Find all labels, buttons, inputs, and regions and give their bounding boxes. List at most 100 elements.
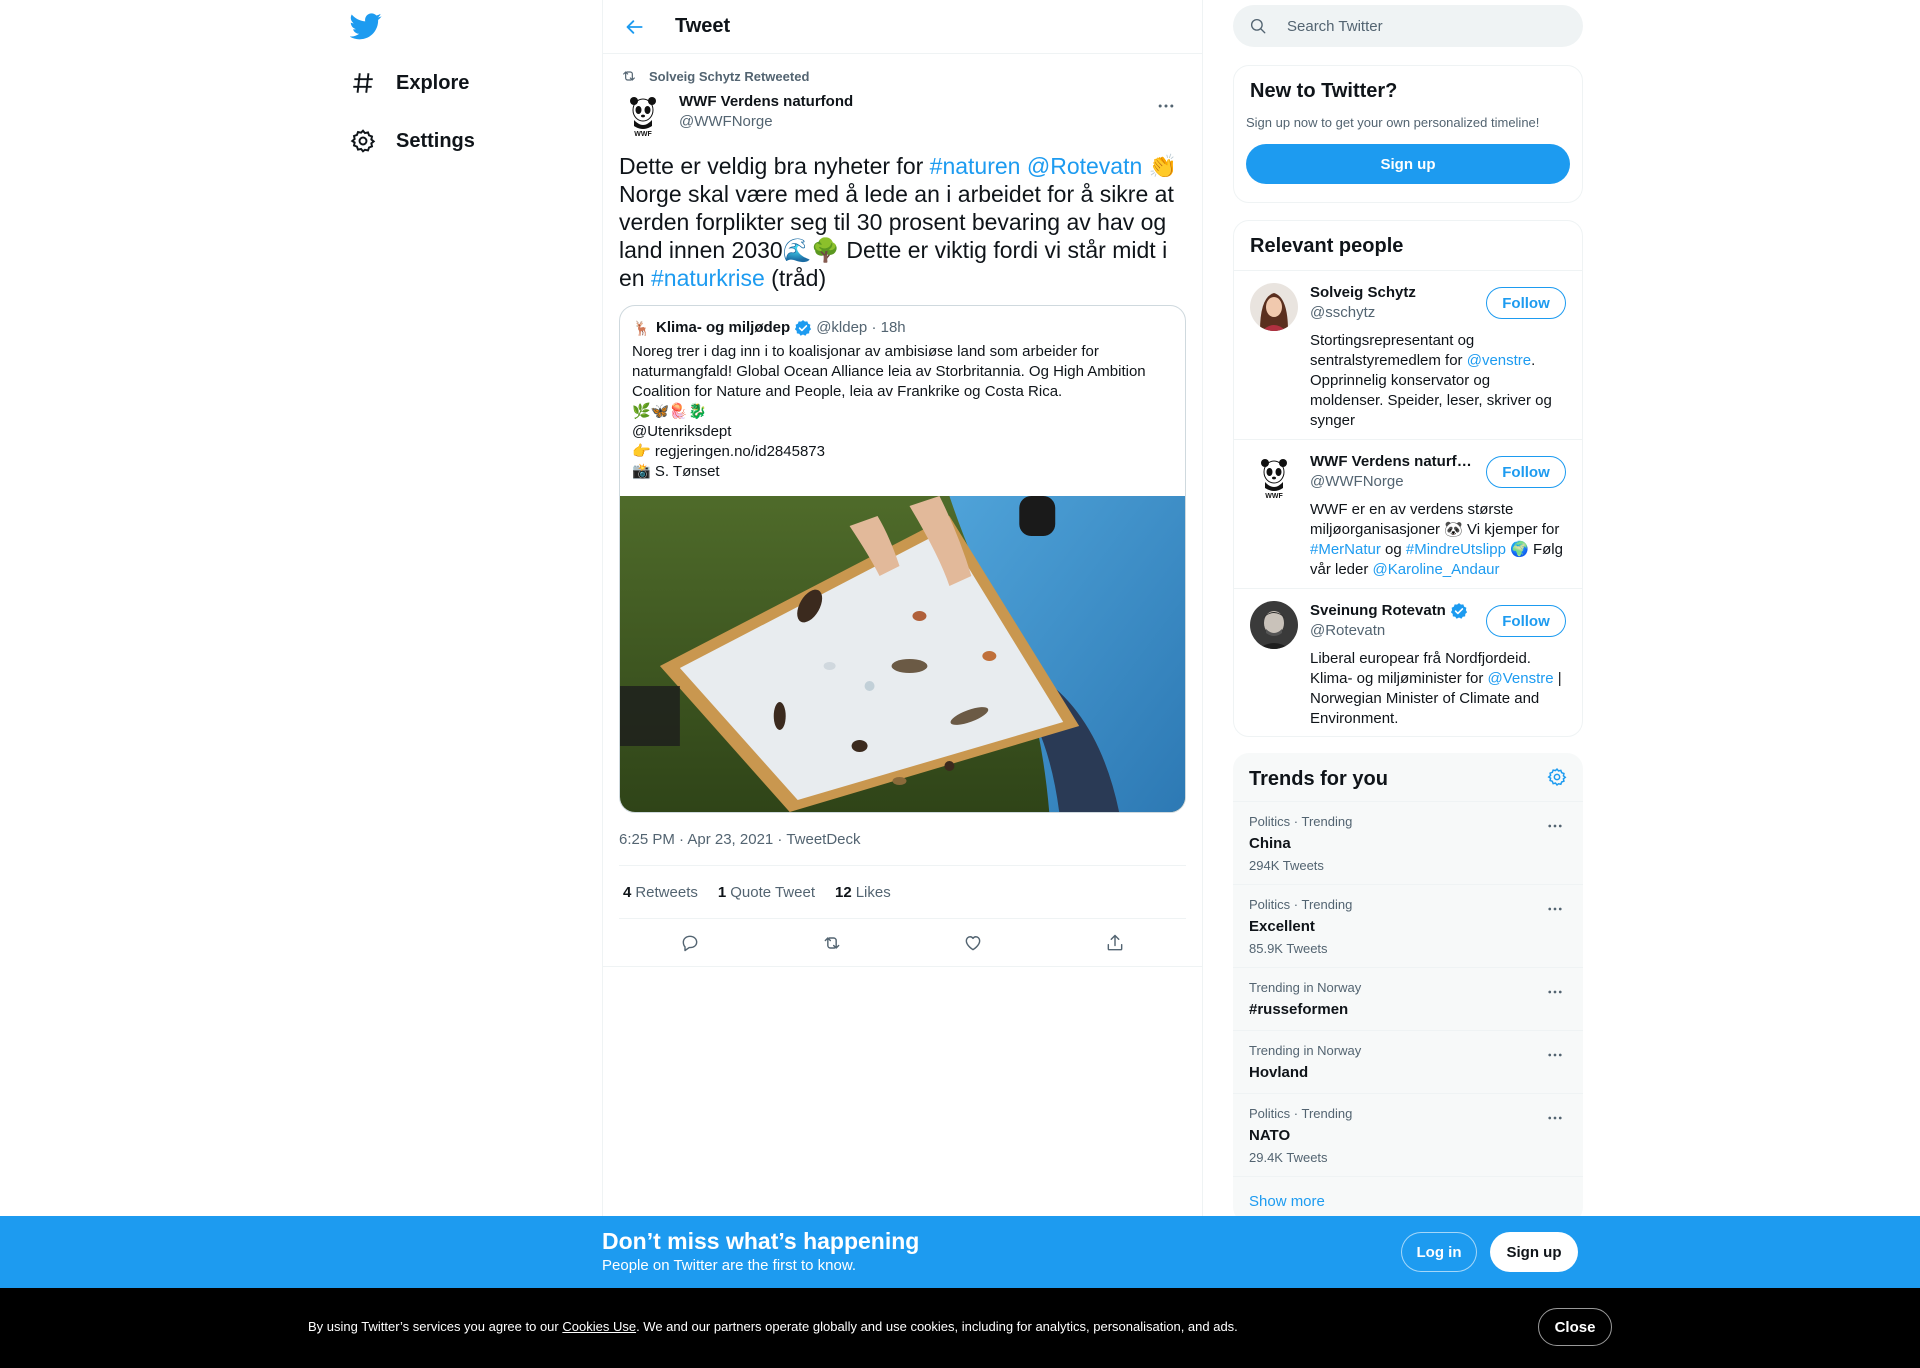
relevant-people-card: Relevant people Solveig Schytz @sschytz … xyxy=(1233,220,1583,737)
hashtag-link[interactable]: #MerNatur xyxy=(1310,541,1381,558)
insect-collection-photo[interactable] xyxy=(620,496,1185,812)
trend-item[interactable]: Trending in Norway Hovland xyxy=(1233,1031,1583,1094)
nav-explore[interactable]: Explore xyxy=(350,57,469,109)
hashtag-link[interactable]: #naturen xyxy=(930,153,1021,179)
nav-explore-label: Explore xyxy=(396,71,470,94)
more-dots-icon xyxy=(1548,907,1562,911)
twitter-logo-icon[interactable] xyxy=(349,10,382,42)
mention-link[interactable]: @venstre xyxy=(1467,352,1531,369)
likes-stat[interactable]: 12 Likes xyxy=(835,884,891,901)
retweets-stat[interactable]: 4 Retweets xyxy=(623,884,698,901)
quote-header: 🦌 Klima- og miljødep @kldep · 18h xyxy=(632,318,1173,338)
log-in-button[interactable]: Log in xyxy=(1401,1232,1477,1272)
search-input[interactable] xyxy=(1287,17,1547,35)
quote-tweet[interactable]: 🦌 Klima- og miljødep @kldep · 18h Noreg … xyxy=(619,305,1186,813)
arrow-left-icon xyxy=(626,19,643,34)
more-dots-icon xyxy=(1158,104,1174,108)
cookie-text-before: By using Twitter’s services you agree to… xyxy=(308,1319,563,1334)
trend-name: NATO xyxy=(1249,1127,1291,1144)
person-item[interactable]: Solveig Schytz @sschytz Stortingsreprese… xyxy=(1234,271,1582,440)
author-handle[interactable]: @WWFNorge xyxy=(679,112,853,132)
share-button[interactable] xyxy=(1097,925,1133,961)
quote-avatar: 🦌 xyxy=(633,320,651,336)
mention-link[interactable]: @Rotevatn xyxy=(1027,153,1142,179)
trend-more-button[interactable] xyxy=(1543,980,1567,1004)
trend-count: 85.9K Tweets xyxy=(1249,941,1328,956)
nav-settings[interactable]: Settings xyxy=(350,115,475,167)
trend-context: Trending in Norway xyxy=(1249,980,1362,995)
follow-button[interactable]: Follow xyxy=(1486,287,1566,319)
search-bar[interactable] xyxy=(1233,5,1583,47)
heart-icon xyxy=(966,935,981,950)
sign-up-button[interactable]: Sign up xyxy=(1490,1232,1578,1272)
trends-header: Trends for you xyxy=(1233,753,1583,802)
quotes-count: 1 xyxy=(717,883,727,901)
trend-item[interactable]: Politics · Trending Excellent 85.9K Twee… xyxy=(1233,885,1583,968)
retweeted-by-link[interactable]: Solveig Schytz Retweeted xyxy=(649,69,809,84)
avatar[interactable]: WWF xyxy=(1250,452,1298,500)
sign-up-button[interactable]: Sign up xyxy=(1246,144,1570,184)
retweet-button[interactable] xyxy=(814,925,850,961)
trend-name: Hovland xyxy=(1249,1064,1309,1081)
trend-item[interactable]: Trending in Norway #russeformen xyxy=(1233,968,1583,1031)
person-bio: WWF er en av verdens største miljøorgani… xyxy=(1310,500,1566,580)
trends-card: Trends for you Politics · Trending China… xyxy=(1233,753,1583,1223)
wwf-panda-logo-icon: WWF xyxy=(1250,452,1298,500)
bio-text: og xyxy=(1380,541,1406,558)
avatar[interactable]: WWF xyxy=(619,90,667,138)
close-button[interactable]: Close xyxy=(1538,1308,1612,1346)
quote-separator: · xyxy=(867,319,881,336)
trend-more-button[interactable] xyxy=(1543,1106,1567,1130)
author-name[interactable]: WWF Verdens naturfond xyxy=(679,92,853,112)
quotes-stat[interactable]: 1 Quote Tweet xyxy=(718,884,815,901)
trend-name: China xyxy=(1249,835,1291,852)
follow-button[interactable]: Follow xyxy=(1486,456,1566,488)
person-bio: Liberal europear frå Nordfjordeid. Klima… xyxy=(1310,649,1566,729)
more-dots-icon xyxy=(1548,824,1562,828)
trend-more-button[interactable] xyxy=(1543,1043,1567,1067)
tweet-text-span: Dette er veldig bra nyheter for xyxy=(619,153,930,179)
cookies-use-link[interactable]: Cookies Use xyxy=(562,1319,636,1334)
trend-context: Politics · Trending xyxy=(1249,1106,1353,1121)
new-to-twitter-title: New to Twitter? xyxy=(1250,80,1398,102)
quote-time: 18h xyxy=(880,319,906,336)
person-item[interactable]: Sveinung Rotevatn @Rotevatn Liberal euro… xyxy=(1234,589,1582,736)
search-icon xyxy=(1250,18,1266,34)
trend-more-button[interactable] xyxy=(1543,814,1567,838)
hashtag-link[interactable]: #naturkrise xyxy=(651,265,765,291)
svg-text:WWF: WWF xyxy=(1265,493,1283,500)
person-name: Solveig Schytz xyxy=(1310,284,1416,301)
trends-title: Trends for you xyxy=(1249,767,1388,790)
tweet-text-span: (tråd) xyxy=(764,265,827,291)
mention-link[interactable]: @Karoline_Andaur xyxy=(1373,561,1500,578)
main-column: Tweet Solveig Schytz Retweeted WWF WWF V… xyxy=(602,0,1203,1368)
reply-button[interactable] xyxy=(672,925,708,961)
nav-settings-label: Settings xyxy=(396,129,475,152)
back-button[interactable] xyxy=(617,9,653,45)
avatar[interactable] xyxy=(1250,283,1298,331)
person-avatar-man xyxy=(1250,601,1298,649)
person-item[interactable]: WWF WWF Verdens naturfond @WWFNorge WWF … xyxy=(1234,440,1582,589)
more-dots-icon xyxy=(1548,990,1562,994)
like-button[interactable] xyxy=(955,925,991,961)
trend-name: Excellent xyxy=(1249,918,1315,935)
reply-icon xyxy=(682,935,698,951)
follow-button[interactable]: Follow xyxy=(1486,605,1566,637)
trend-item[interactable]: Politics · Trending China 294K Tweets xyxy=(1233,802,1583,885)
trend-more-button[interactable] xyxy=(1543,897,1567,921)
gear-icon xyxy=(1547,767,1567,786)
trend-item[interactable]: Politics · Trending NATO 29.4K Tweets xyxy=(1233,1094,1583,1177)
hashtag-link[interactable]: #MindreUtslipp xyxy=(1406,541,1506,558)
person-name-text: Sveinung Rotevatn xyxy=(1310,602,1446,619)
tweet-stats: 4 Retweets 1 Quote Tweet 12 Likes xyxy=(619,866,1186,919)
avatar[interactable] xyxy=(1250,601,1298,649)
trend-context: Politics · Trending xyxy=(1249,897,1353,912)
quote-author-name: Klima- og miljødep xyxy=(656,319,791,336)
trends-settings-button[interactable] xyxy=(1547,767,1567,792)
tweet-timestamp[interactable]: 6:25 PM · Apr 23, 2021 · TweetDeck xyxy=(619,831,1186,866)
page-title: Tweet xyxy=(675,15,731,37)
more-options-button[interactable] xyxy=(1154,94,1178,118)
share-icon xyxy=(1107,934,1123,950)
bio-text: Stortingsrepresentant og sentralstyremed… xyxy=(1310,332,1475,369)
mention-link[interactable]: @Venstre xyxy=(1488,670,1554,687)
